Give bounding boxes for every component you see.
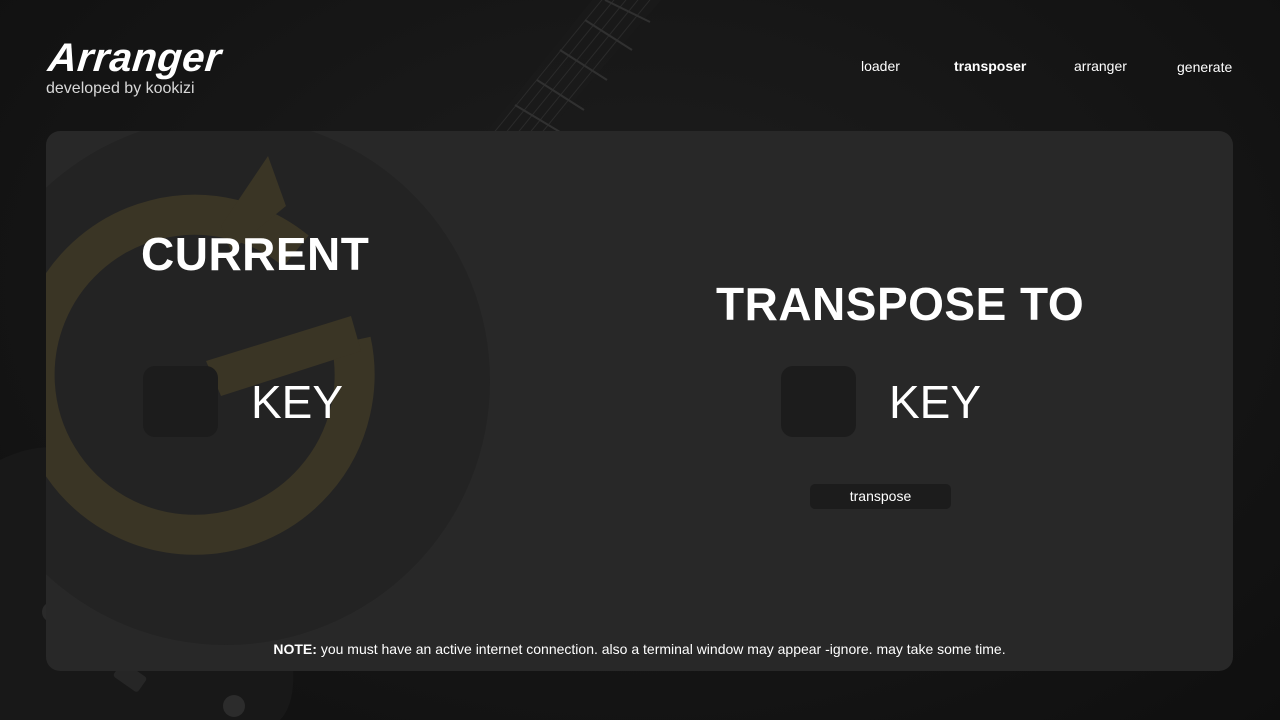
transpose-button[interactable]: transpose [810, 484, 951, 509]
transposer-panel: CURRENT KEY TRANSPOSE TO KEY transpose N… [46, 131, 1233, 671]
target-key-label: KEY [889, 376, 982, 428]
nav-generate[interactable]: generate [1177, 59, 1232, 75]
app-subtitle: developed by kookizi [46, 80, 195, 97]
app-header: Arranger developed by kookizi [46, 36, 224, 98]
nav-loader[interactable]: loader [861, 58, 900, 74]
current-heading: CURRENT [141, 228, 370, 280]
current-key-select[interactable] [143, 366, 218, 437]
app-window: Arranger developed by kookizi loader tra… [0, 0, 1280, 720]
current-key-label: KEY [251, 376, 344, 428]
logo-watermark-icon [46, 131, 490, 645]
note-text: NOTE: you must have an active internet c… [46, 641, 1233, 657]
target-key-select[interactable] [781, 366, 856, 437]
transpose-to-heading: TRANSPOSE TO [716, 278, 1085, 330]
app-logo: Arranger [46, 36, 224, 80]
note-prefix: NOTE: [273, 641, 317, 657]
nav-transposer[interactable]: transposer [954, 58, 1026, 74]
nav-arranger[interactable]: arranger [1074, 58, 1127, 74]
note-body: you must have an active internet connect… [316, 641, 1006, 657]
